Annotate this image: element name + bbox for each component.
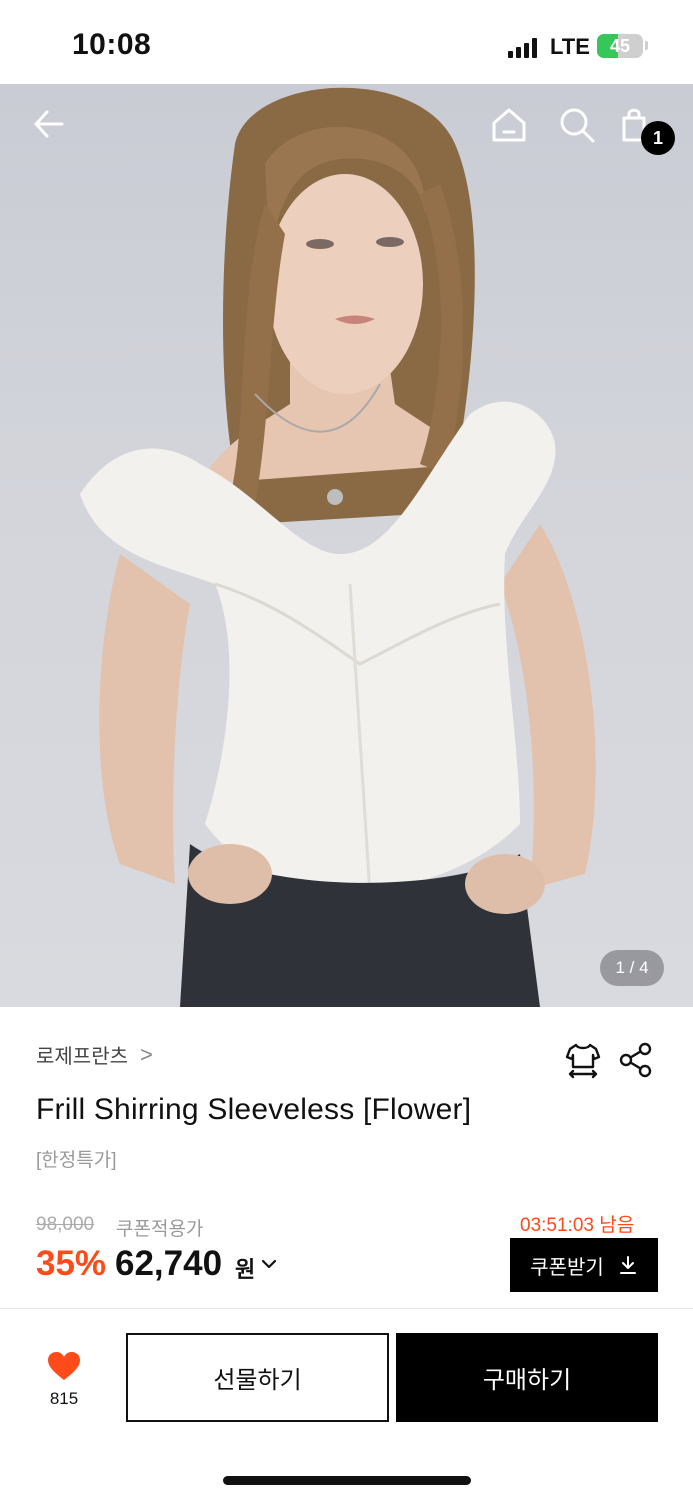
get-coupon-button[interactable]: 쿠폰받기 xyxy=(510,1238,658,1292)
battery-nub xyxy=(645,41,648,50)
network-label: LTE xyxy=(550,34,590,59)
cart-count-badge: 1 xyxy=(641,121,675,155)
like-button[interactable]: 815 xyxy=(36,1345,92,1415)
back-button[interactable] xyxy=(31,106,75,150)
battery-icon: 45 xyxy=(597,34,643,58)
back-arrow-icon xyxy=(34,110,64,138)
heart-icon xyxy=(48,1352,80,1380)
share-icon[interactable] xyxy=(618,1042,654,1078)
buy-button-label: 구매하기 xyxy=(482,1367,572,1394)
get-coupon-label: 쿠폰받기 xyxy=(530,1256,604,1279)
section-divider xyxy=(0,1308,693,1309)
product-image[interactable] xyxy=(0,84,693,1007)
battery-level: 45 xyxy=(609,36,631,56)
buy-button[interactable]: 구매하기 xyxy=(396,1333,658,1422)
search-icon xyxy=(560,108,595,143)
home-indicator[interactable] xyxy=(223,1476,471,1485)
product-photo xyxy=(80,87,596,1007)
like-count: 815 xyxy=(49,1389,79,1408)
chevron-right-icon: > xyxy=(140,1041,153,1067)
price-detail-chevron-down-icon[interactable] xyxy=(260,1255,278,1273)
home-button[interactable] xyxy=(490,106,534,150)
product-title: Frill Shirring Sleeveless [Flower] xyxy=(36,1093,472,1126)
gift-button-label: 선물하기 xyxy=(213,1367,302,1394)
gift-button[interactable]: 선물하기 xyxy=(126,1333,389,1422)
search-button[interactable] xyxy=(558,106,602,150)
status-bar: 10:08 LTE 45 xyxy=(0,0,693,84)
signal-icon xyxy=(508,38,538,58)
original-price: 98,000 xyxy=(36,1214,95,1235)
brand-name: 로제프란츠 xyxy=(36,1046,128,1068)
sale-countdown-timer: 03:51:03 남음 xyxy=(520,1215,635,1236)
home-icon xyxy=(492,108,526,142)
discount-rate: 35% xyxy=(36,1244,107,1283)
coupon-price-label: 쿠폰적용가 xyxy=(116,1219,204,1240)
currency-unit: 원 xyxy=(235,1257,256,1282)
brand-link[interactable]: 로제프란츠 > xyxy=(36,1040,153,1069)
product-tag: [한정특가] xyxy=(36,1150,117,1171)
download-icon xyxy=(619,1256,636,1274)
gallery-page-indicator: 1 / 4 xyxy=(600,950,664,986)
sale-price: 62,740 xyxy=(115,1244,223,1283)
size-guide-shirt-icon[interactable] xyxy=(563,1040,603,1080)
status-time: 10:08 xyxy=(72,28,152,61)
